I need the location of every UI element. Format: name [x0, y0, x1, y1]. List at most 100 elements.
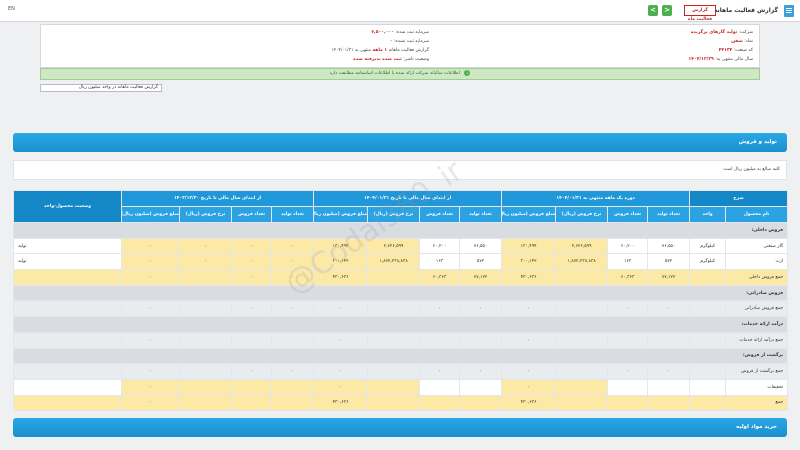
table-cell: [179, 269, 233, 286]
column-header: تعداد تولید: [647, 206, 691, 223]
table-cell: تولید: [13, 237, 122, 255]
table-cell: ۴۳۰,۶۳۶: [501, 269, 557, 286]
table-cell: ۵۷۲: [647, 253, 691, 271]
row-group-label: فروش صادراتی:: [12, 284, 789, 302]
header-period-2: از ابتدای سال مالی تا تاریخ ۱۴۰۴/۰۱/۳۱: [313, 190, 503, 207]
table-cell: [179, 363, 233, 380]
table-cell: ۰: [459, 363, 503, 380]
section-raw-materials[interactable]: خرید مواد اولیه: [13, 418, 787, 437]
header-period-3: از ابتدای سال مالی تا تاریخ ۱۴۰۳/۱۲/۳۰: [120, 190, 315, 207]
table-cell: ۱۳۰,۴۹۴: [313, 237, 369, 255]
table-cell: [647, 331, 691, 349]
table-cell: [13, 300, 122, 318]
table-cell: ۰: [501, 363, 557, 380]
column-header: تعداد تولید: [271, 206, 315, 223]
info-notice: اطلاعات سالیانه شرکت ارائه شده با اطلاعا…: [40, 68, 760, 80]
table-row: فروش صادراتی:: [12, 284, 789, 302]
unit-note: کلیه مبالغ به میلیون ریال است: [13, 160, 787, 180]
table-cell: ۰: [231, 237, 273, 255]
table-cell: [607, 378, 649, 396]
table-cell: تولید: [13, 253, 122, 271]
table-cell: کیلوگرم: [689, 253, 727, 271]
table-cell: ۱۶۳: [419, 253, 461, 271]
table-cell: ۰: [231, 269, 273, 286]
table-cell: [689, 378, 727, 396]
table-cell: ۰: [271, 269, 315, 286]
table-cell: [179, 378, 233, 396]
section-production[interactable]: تولید و فروش: [13, 133, 787, 152]
table-cell: [367, 394, 421, 412]
prev-button[interactable]: <: [648, 5, 658, 16]
table-row: برگشت از فروش:: [12, 347, 789, 365]
column-header: تعداد تولید: [459, 206, 503, 223]
table-row: گاز صنعتی کیلوگرم ۷۶,۵۵۰ ۶۰,۲۰۰ ۲,۶۲۶,۵۹۹ ۱۳۰…: [13, 237, 789, 255]
table-cell: ۰: [120, 300, 181, 318]
column-header-row: نام محصول واحد تعداد تولید تعداد فروش نرخ فر…: [14, 206, 789, 223]
table-cell: ۷۶,۵۵۰: [459, 237, 503, 255]
table-cell: [419, 331, 461, 349]
table-cell: ۴۳۰,۶۳۶: [501, 394, 557, 412]
table-cell: [231, 331, 273, 349]
company-value: تولید گازهای برگزیده: [690, 30, 738, 35]
column-header: نام محصول: [725, 206, 789, 223]
column-header: نرخ فروش (ریال): [179, 206, 233, 223]
company-info-panel: شرکت: تولید گازهای برگزیده نماد: شفن کد …: [40, 24, 760, 68]
table-cell: ۰: [419, 363, 461, 380]
column-header: تعداد فروش: [419, 206, 461, 223]
table-cell: ۰: [313, 378, 369, 396]
table-cell: ۰: [120, 237, 181, 255]
table-cell: [689, 331, 727, 349]
table-cell: [459, 331, 503, 349]
table-cell: ۰: [120, 394, 181, 412]
unregistered-capital-value: ۰: [389, 39, 393, 44]
table-cell: [689, 363, 727, 380]
table-cell: ۰: [120, 331, 181, 349]
next-button[interactable]: >: [662, 5, 672, 16]
table-cell: ۴۳۰,۶۳۶: [313, 269, 369, 286]
capital-value: ۷,۵۰۰,۰۰۰: [371, 30, 394, 35]
table-cell: ۳۰۰,۱۴۲: [313, 253, 369, 271]
row-label: گاز صنعتی: [725, 237, 789, 255]
table-cell: ۷۷,۱۲۲: [647, 269, 691, 286]
table-cell: ۲,۶۲۶,۵۹۹: [555, 237, 609, 255]
table-cell: ۲,۶۲۶,۵۹۹: [367, 237, 421, 255]
table-cell: [607, 331, 649, 349]
table-cell: [231, 394, 273, 412]
table-cell: [555, 269, 609, 286]
table-row: ازت کیلوگرم ۵۷۲ ۱۶۳ ۱,۸۷۲,۲۳۸,۸۳۸ ۳۰۰,۱۴۲ ۵۷۲ ۱…: [13, 253, 789, 271]
table-cell: ۰: [501, 378, 557, 396]
fiscal-row: سال مالی منتهی به: ۱۴۰۴/۱۲/۲۹: [688, 57, 753, 62]
table-cell: [647, 378, 691, 396]
column-header: مبلغ فروش (میلیون ریال): [501, 206, 557, 223]
table-cell: کیلوگرم: [689, 237, 727, 255]
table-cell: ۷۶,۵۵۰: [647, 237, 691, 255]
column-header: نرخ فروش (ریال): [555, 206, 609, 223]
column-header: تعداد فروش: [231, 206, 273, 223]
table-cell: [179, 300, 233, 318]
table-cell: [689, 269, 727, 286]
table-cell: ۰: [120, 269, 181, 286]
table-cell: [689, 394, 727, 412]
table-body: فروش داخلی: گاز صنعتی کیلوگرم ۷۶,۵۵۰ ۶۰,۲۰۰ ۲…: [12, 222, 789, 412]
table-cell: [459, 394, 503, 412]
symbol-value: شفن: [731, 39, 743, 44]
report-icon: [784, 5, 794, 17]
table-cell: ۰: [313, 331, 369, 349]
table-cell: [555, 363, 609, 380]
unit-select[interactable]: گزارش فعالیت ماهانه در واحد میلیون ریال: [40, 84, 162, 92]
table-cell: ۱۳۰,۴۹۴: [501, 237, 557, 255]
row-label: جمع: [725, 394, 789, 412]
table-cell: [647, 394, 691, 412]
row-label: جمع فروش داخلی: [725, 269, 789, 286]
table-cell: [607, 394, 649, 412]
report-type-badge[interactable]: گزارش فعالیت ماه: [684, 5, 716, 22]
table-cell: ۱,۸۷۲,۲۳۸,۸۳۸: [367, 253, 421, 271]
language-toggle[interactable]: EN: [8, 6, 15, 12]
table-cell: ۰: [231, 253, 273, 271]
page-title: گزارش فعالیت ماهانه: [713, 7, 778, 14]
table-cell: [179, 394, 233, 412]
row-label: تخفیفات: [725, 378, 789, 396]
table-row: فروش داخلی:: [12, 222, 789, 239]
row-label: جمع فروش صادراتی: [725, 300, 789, 318]
row-group-label: فروش داخلی:: [12, 222, 789, 239]
